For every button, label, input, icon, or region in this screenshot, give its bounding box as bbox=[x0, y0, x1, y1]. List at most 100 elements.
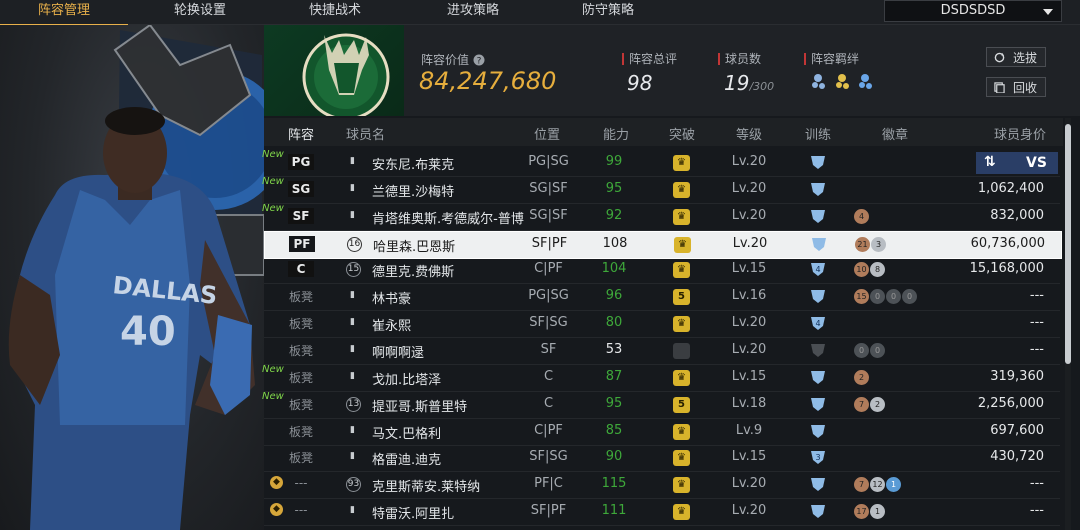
badge-list[interactable]: 72 bbox=[854, 396, 886, 412]
col-ability[interactable]: 能力 bbox=[603, 124, 629, 143]
team-dropdown[interactable]: DSDSDSD bbox=[884, 0, 1062, 22]
player-name[interactable]: 安东尼.布莱克 bbox=[372, 154, 454, 173]
recycle-button[interactable]: 回收 bbox=[986, 77, 1046, 97]
breakthrough-icon[interactable] bbox=[673, 342, 690, 359]
training-shield-icon[interactable] bbox=[809, 181, 827, 201]
training-shield-icon[interactable] bbox=[809, 369, 827, 389]
training-shield-icon[interactable]: 4 bbox=[809, 315, 827, 335]
player-name[interactable]: 肯塔维奥斯.考德威尔-普博 bbox=[372, 208, 524, 227]
player-name[interactable]: 提亚哥.斯普里特 bbox=[372, 396, 467, 415]
lineup-slot[interactable]: SG bbox=[272, 180, 330, 197]
training-shield-icon[interactable] bbox=[809, 342, 827, 362]
lineup-slot[interactable]: 板凳 bbox=[272, 288, 330, 305]
tab-lineup[interactable]: 阵容管理 bbox=[0, 0, 128, 26]
crown-icon[interactable]: ♛ bbox=[673, 369, 690, 386]
player-name[interactable]: 克里斯蒂安.莱特纳 bbox=[372, 476, 480, 495]
table-row[interactable]: 板凳 ▮ 马文.巴格利 C|PF 85 ♛ Lv.9 697,600 bbox=[264, 419, 1060, 446]
player-name[interactable]: 格雷迪.迪克 bbox=[372, 449, 441, 468]
col-position[interactable]: 位置 bbox=[534, 124, 560, 143]
col-lineup[interactable]: 阵容 bbox=[288, 124, 314, 143]
crown-icon[interactable]: ♛ bbox=[673, 450, 690, 467]
badge-list[interactable]: 10 8 bbox=[854, 261, 886, 278]
crown-icon[interactable]: ♛ bbox=[674, 236, 691, 253]
breakthrough-badge[interactable]: 5 bbox=[673, 289, 690, 306]
table-row[interactable]: New 板凳 ▮ 戈加.比塔泽 C 87 ♛ Lv.15 2 319,360 bbox=[262, 364, 1060, 392]
crown-icon[interactable]: ♛ bbox=[673, 504, 690, 521]
training-shield-icon[interactable] bbox=[809, 208, 827, 228]
table-row[interactable]: New PG ▮ 安东尼.布莱克 PG|SG 99 ♛ Lv.20 bbox=[262, 149, 1060, 177]
lineup-slot[interactable]: PF bbox=[273, 235, 331, 252]
swap-arrows-icon[interactable]: ⇅ bbox=[984, 154, 996, 170]
table-row[interactable]: New SG ▮ 兰德里.沙梅特 SG|SF 95 ♛ Lv.20 1,062,400 bbox=[262, 176, 1060, 204]
player-name[interactable]: 林书豪 bbox=[372, 288, 411, 307]
training-shield-icon[interactable]: 3 bbox=[809, 449, 827, 469]
select-button[interactable]: 选拔 bbox=[986, 47, 1046, 67]
table-row[interactable]: 板凳 ▮ 崔永熙 SF|SG 80 ♛ Lv.20 4 --- bbox=[264, 311, 1060, 339]
crown-icon[interactable]: ♛ bbox=[673, 316, 690, 333]
crown-icon[interactable]: ♛ bbox=[673, 155, 690, 171]
tab-offense[interactable]: 进攻策略 bbox=[428, 0, 518, 24]
player-name[interactable]: 特雷沃.阿里扎 bbox=[372, 503, 454, 522]
badge-list[interactable]: 2 bbox=[854, 369, 870, 385]
col-player-name[interactable]: 球员名 bbox=[346, 124, 385, 143]
col-badges[interactable]: 徽章 bbox=[882, 124, 908, 143]
crown-icon[interactable]: ♛ bbox=[673, 477, 690, 494]
tab-quick-tactics[interactable]: 快捷战术 bbox=[290, 0, 380, 24]
col-training[interactable]: 训练 bbox=[805, 124, 831, 143]
col-level[interactable]: 等级 bbox=[736, 124, 762, 143]
player-name[interactable]: 啊啊啊逯 bbox=[372, 342, 424, 361]
table-row[interactable]: PF 16 哈里森.巴恩斯 SF|PF 108 ♛ Lv.20 21 3 60,736,000 bbox=[264, 230, 1062, 259]
training-shield-icon[interactable] bbox=[809, 154, 827, 174]
lineup-slot[interactable]: --- bbox=[272, 476, 330, 490]
table-row[interactable]: 板凳 ▮ 格雷迪.迪克 SF|SG 90 ♛ Lv.15 3 430,720 bbox=[264, 445, 1060, 473]
player-name[interactable]: 戈加.比塔泽 bbox=[372, 369, 441, 388]
table-row[interactable]: 板凳 ▮ 啊啊啊逯 SF 53 Lv.20 0 0 --- bbox=[264, 338, 1060, 365]
table-scroll-thumb[interactable] bbox=[1065, 124, 1071, 364]
training-shield-icon[interactable] bbox=[809, 423, 827, 443]
lineup-slot[interactable]: 板凳 bbox=[272, 369, 330, 386]
compare-bar[interactable]: ⇅ VS bbox=[976, 152, 1058, 174]
table-row[interactable]: C 15 德里克.费佛斯 C|PF 104 ♛ Lv.15 4 10 8 15,168,000 bbox=[264, 257, 1060, 285]
training-shield-icon[interactable]: 4 bbox=[809, 261, 827, 281]
tab-defense[interactable]: 防守策略 bbox=[563, 0, 653, 24]
lineup-slot[interactable]: 板凳 bbox=[272, 342, 330, 359]
badge-list[interactable]: 15 0 0 0 bbox=[854, 288, 918, 305]
lineup-slot[interactable]: 板凳 bbox=[272, 423, 330, 440]
lineup-slot[interactable]: 板凳 bbox=[272, 449, 330, 466]
training-shield-icon[interactable] bbox=[809, 503, 827, 523]
table-row[interactable]: ◆ --- ▮ 特雷沃.阿里扎 SF|PF 111 ♛ Lv.20 17 1 --- bbox=[264, 499, 1060, 527]
training-shield-icon[interactable] bbox=[809, 396, 827, 416]
badge-list[interactable]: 17 1 bbox=[854, 503, 886, 520]
tab-rotation[interactable]: 轮换设置 bbox=[150, 0, 250, 24]
lineup-slot[interactable]: 板凳 bbox=[272, 315, 330, 332]
training-shield-icon[interactable] bbox=[810, 236, 828, 256]
crown-icon[interactable]: ♛ bbox=[673, 262, 690, 279]
training-shield-icon[interactable] bbox=[809, 476, 827, 496]
breakthrough-badge[interactable]: 5 bbox=[673, 396, 690, 413]
lineup-slot[interactable]: SF bbox=[272, 207, 330, 224]
badge-list[interactable]: 4 bbox=[854, 208, 870, 224]
player-name[interactable]: 崔永熙 bbox=[372, 315, 411, 334]
crown-icon[interactable]: ♛ bbox=[673, 181, 690, 198]
crown-icon[interactable]: ♛ bbox=[673, 423, 690, 440]
badge-list[interactable]: 21 3 bbox=[855, 236, 887, 252]
lineup-slot[interactable]: PG bbox=[272, 154, 330, 170]
player-name[interactable]: 德里克.费佛斯 bbox=[372, 261, 454, 280]
player-name[interactable]: 马文.巴格利 bbox=[372, 423, 441, 442]
col-breakthrough[interactable]: 突破 bbox=[669, 124, 695, 143]
lineup-slot[interactable]: --- bbox=[272, 503, 330, 517]
table-row[interactable]: ◆ --- 93 克里斯蒂安.莱特纳 PF|C 115 ♛ Lv.20 7 12 1 --- bbox=[264, 472, 1060, 500]
help-icon[interactable]: ? bbox=[473, 54, 485, 67]
table-row[interactable]: New SF ▮ 肯塔维奥斯.考德威尔-普博 SG|SF 92 ♛ Lv.20 4 832,000 bbox=[262, 203, 1060, 231]
table-row[interactable]: 板凳 ▮ 林书豪 PG|SG 96 5 Lv.16 15 0 0 0 --- bbox=[264, 284, 1060, 312]
col-player-value[interactable]: 球员身价 bbox=[994, 124, 1046, 143]
crown-icon[interactable]: ♛ bbox=[673, 208, 690, 225]
lineup-slot[interactable]: C bbox=[272, 261, 330, 278]
table-row[interactable]: New 板凳 13 提亚哥.斯普里特 C 95 5 Lv.18 7 2 2,256,000 bbox=[262, 391, 1060, 419]
training-shield-icon[interactable] bbox=[809, 288, 827, 308]
badge-list[interactable]: 00 bbox=[854, 342, 886, 358]
lineup-slot[interactable]: 板凳 bbox=[272, 396, 330, 413]
badge-list[interactable]: 7 12 1 bbox=[854, 476, 902, 493]
player-name[interactable]: 哈里森.巴恩斯 bbox=[373, 236, 455, 255]
bond-icons[interactable] bbox=[810, 72, 880, 96]
